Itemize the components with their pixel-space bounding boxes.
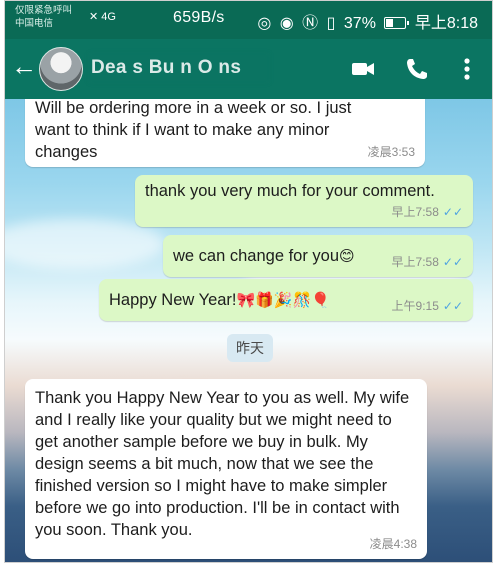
message-time: 上午9:15 [391, 299, 439, 313]
message-time: 凌晨4:38 [369, 537, 417, 551]
message-text: Happy New Year! [109, 291, 237, 309]
message-bubble-incoming[interactable]: Thank you Happy New Year to you as well.… [25, 379, 427, 559]
phone-icon[interactable] [403, 55, 431, 83]
message-bubble-outgoing[interactable]: thank you very much for your comment. 早上… [135, 175, 473, 227]
date-separator: 昨天 [227, 334, 273, 362]
arrow-left-icon[interactable]: ← [11, 53, 37, 79]
network-indicator: ✕ 4G [89, 11, 116, 23]
name-redaction [89, 53, 269, 83]
eye-icon: ◉ [279, 15, 294, 32]
message-time: 早上7:58 [391, 205, 439, 219]
message-bubble-incoming[interactable]: Will be ordering more in a week or so. I… [25, 99, 425, 167]
message-text: Thank you Happy New Year to you as well.… [35, 389, 410, 539]
contact-avatar[interactable] [39, 47, 83, 91]
read-ticks-icon: ✓✓ [442, 255, 463, 269]
message-time: 凌晨3:53 [367, 145, 415, 159]
message-time: 早上7:58 [391, 255, 439, 269]
message-text: Will be ordering more in a week or so. I… [35, 99, 352, 161]
read-ticks-icon: ✓✓ [442, 205, 463, 219]
chat-header: ← Dea s Bu n O ns [5, 39, 492, 99]
celebration-emojis: 🎀🎁🎉🎊🎈 [236, 292, 330, 309]
battery-icon [384, 17, 410, 29]
wifi-icon: ◎ [257, 15, 272, 32]
video-call-icon[interactable] [349, 55, 377, 83]
carrier-line-1: 仅限紧急呼叫 [15, 5, 73, 16]
status-bar: 仅限紧急呼叫 中国电信 ✕ 4G 659B/s ◎ ◉ Ⓝ ▯ 37% 早上8:… [5, 1, 492, 39]
read-ticks-icon: ✓✓ [442, 299, 463, 313]
more-vert-icon[interactable] [453, 55, 481, 83]
message-text: thank you very much for your comment. [145, 182, 435, 200]
message-meta: 早上7:58 ✓✓ [392, 201, 463, 223]
carrier-line-2: 中国电信 [15, 18, 54, 29]
message-meta: 早上7:58 ✓✓ [392, 251, 463, 273]
message-content: Happy New Year!🎀🎁🎉🎊🎈 [109, 289, 330, 312]
phone-screen: 仅限紧急呼叫 中国电信 ✕ 4G 659B/s ◎ ◉ Ⓝ ▯ 37% 早上8:… [4, 0, 493, 563]
nfc-icon: Ⓝ [302, 15, 319, 32]
carrier-info: 仅限紧急呼叫 中国电信 [15, 4, 72, 30]
message-bubble-outgoing[interactable]: Happy New Year!🎀🎁🎉🎊🎈 上午9:15 ✓✓ [99, 279, 473, 321]
message-content: we can change for you😊 [173, 245, 355, 268]
message-text: we can change for you [173, 247, 340, 265]
battery-percent: 37% [343, 15, 376, 32]
message-meta: 上午9:15 ✓✓ [392, 295, 463, 317]
vibrate-icon: ▯ [326, 15, 336, 32]
smiley-emoji: 😊 [339, 248, 355, 265]
message-bubble-outgoing[interactable]: we can change for you😊 早上7:58 ✓✓ [163, 235, 473, 277]
status-right-group: ◎ ◉ Ⓝ ▯ 37% 早上8:18 [253, 9, 478, 33]
network-speed: 659B/s [173, 9, 225, 26]
chat-area[interactable]: Will be ordering more in a week or so. I… [5, 99, 492, 562]
clock: 早上8:18 [414, 15, 478, 32]
